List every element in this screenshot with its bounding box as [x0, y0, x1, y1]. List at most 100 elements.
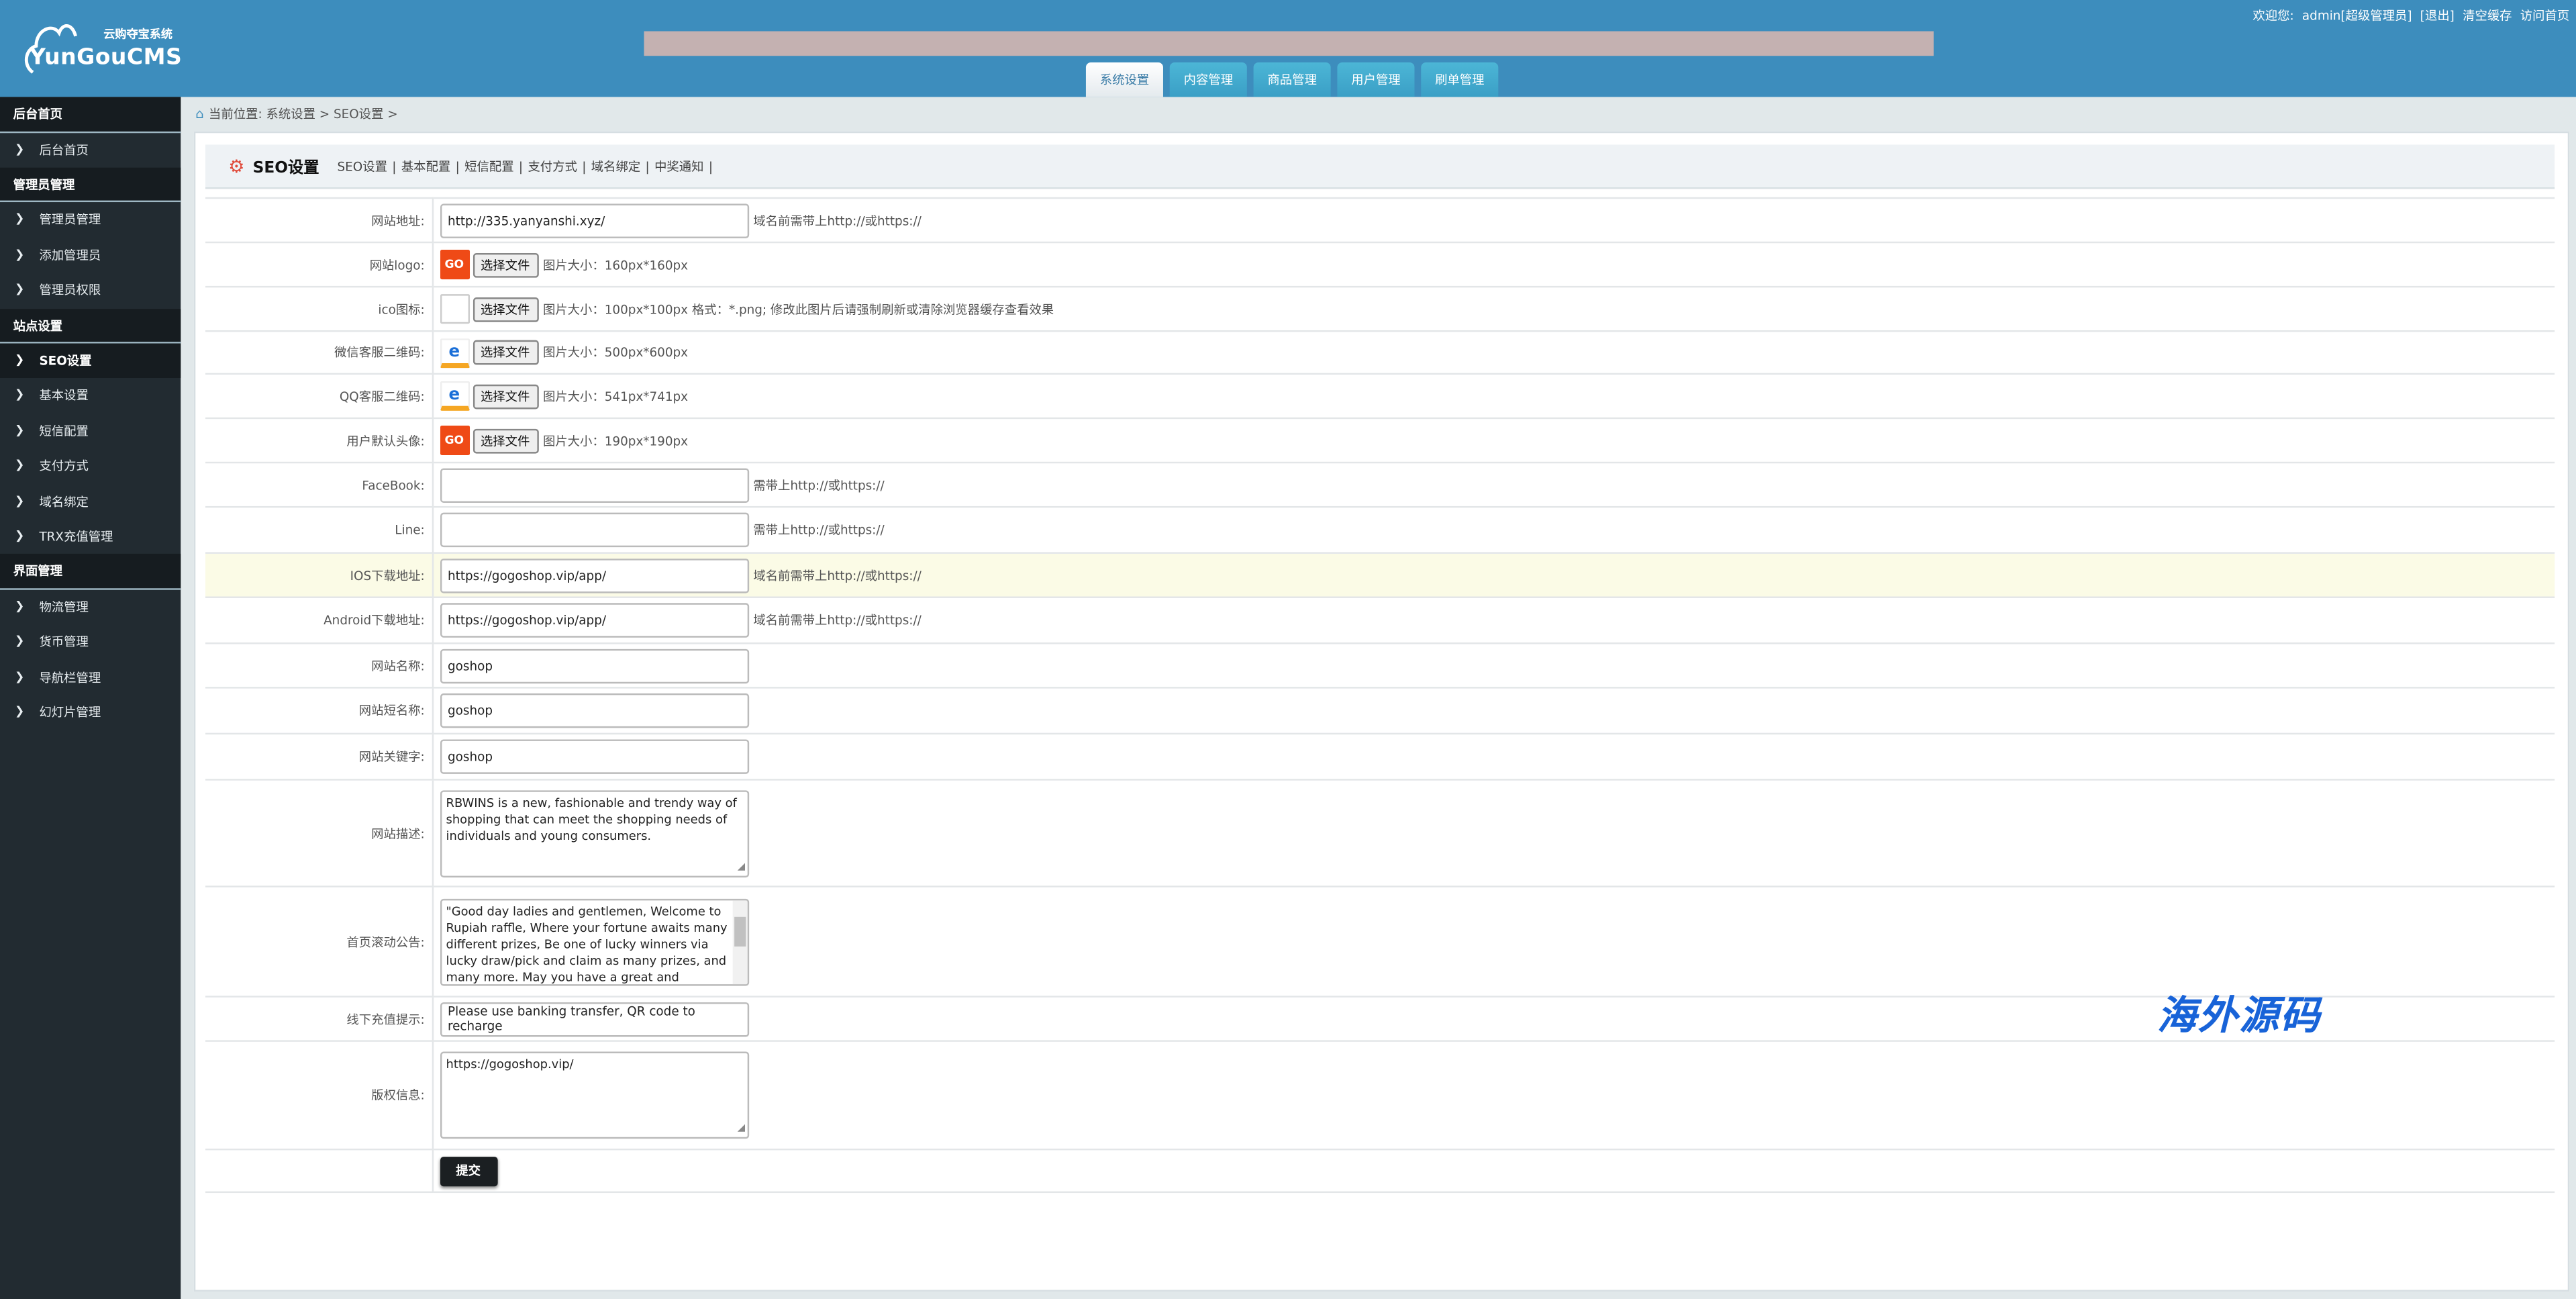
logout-link[interactable]: [退出]: [2420, 7, 2455, 25]
sidebar-item-label: 幻灯片管理: [39, 705, 101, 720]
site-name-input[interactable]: goshop: [439, 648, 748, 683]
notice-text: "Good day ladies and gentlemen, Welcome …: [446, 903, 728, 983]
tab-content[interactable]: 内容管理: [1169, 62, 1247, 97]
sidebar-item[interactable]: ❯ 后台首页: [0, 132, 181, 167]
avatar-thumbnail: GO: [439, 425, 469, 456]
sidebar-item[interactable]: ❯ 幻灯片管理: [0, 695, 181, 730]
sidebar-item[interactable]: ❯ 管理员管理: [0, 203, 181, 238]
wechat-qr-file-button[interactable]: 选择文件: [472, 340, 538, 365]
qq-qr-file-button[interactable]: 选择文件: [472, 383, 538, 409]
short-name-input[interactable]: goshop: [439, 693, 748, 728]
offline-tip-input[interactable]: Please use banking transfer, QR code to …: [439, 1001, 748, 1037]
clear-cache-link[interactable]: 清空缓存: [2463, 7, 2512, 25]
submit-button[interactable]: 提交: [439, 1155, 497, 1186]
sidebar-item-label: 物流管理: [39, 599, 89, 615]
hint: 域名前需带上http://或https://: [753, 567, 922, 583]
sub-nav-link[interactable]: 短信配置: [464, 158, 513, 173]
facebook-input[interactable]: [439, 467, 748, 502]
banner-placeholder: [644, 31, 1934, 56]
hint: 图片大小：100px*100px 格式：*.png; 修改此图片后请强制刷新或清…: [542, 301, 1054, 317]
sub-nav-link[interactable]: 域名绑定: [591, 158, 640, 173]
description-textarea[interactable]: RBWINS is a new, fashionable and trendy …: [439, 789, 748, 877]
home-icon: ⌂: [195, 107, 204, 122]
visit-home-link[interactable]: 访问首页: [2520, 7, 2569, 25]
label: IOS下载地址:: [205, 552, 433, 598]
hint: 需带上http://或https://: [753, 522, 885, 538]
resize-handle-icon[interactable]: ◢: [738, 859, 745, 875]
form-row: 微信客服二维码: e 选择文件 图片大小：500px*600px: [205, 330, 2555, 375]
sidebar-section-header: 界面管理: [0, 554, 181, 590]
tab-products[interactable]: 商品管理: [1253, 62, 1331, 97]
android-url-input[interactable]: https://gogoshop.vip/app/: [439, 603, 748, 638]
cart-thumbnail: e: [439, 381, 469, 411]
separator: |: [392, 158, 397, 174]
site-url-input[interactable]: http://335.yanyanshi.xyz/: [439, 203, 748, 238]
notice-textarea[interactable]: "Good day ladies and gentlemen, Welcome …: [439, 898, 748, 985]
sidebar-item[interactable]: ❯ 添加管理员: [0, 238, 181, 273]
sidebar-item[interactable]: ❯ 物流管理: [0, 589, 181, 624]
hint: 图片大小：500px*600px: [542, 345, 689, 360]
sidebar-section-header: 站点设置: [0, 308, 181, 344]
sub-nav-link[interactable]: 基本配置: [401, 158, 450, 173]
sub-nav: SEO设置 | 基本配置 | 短信配置 | 支付方式 | 域名绑定 | 中奖通知 |: [338, 157, 718, 175]
ico-file-button[interactable]: 选择文件: [472, 296, 538, 322]
description-text: RBWINS is a new, fashionable and trendy …: [446, 794, 737, 843]
top-header: 云购夺宝系统 YunGouCMS 欢迎您: admin[超级管理员] [退出] …: [0, 0, 2576, 97]
sidebar-item[interactable]: ❯ 管理员权限: [0, 273, 181, 308]
watermark: 海外源码: [2157, 990, 2322, 1039]
label: 网站名称:: [205, 642, 433, 689]
label: FaceBook:: [205, 461, 433, 508]
sidebar-item[interactable]: ❯ 货币管理: [0, 625, 181, 660]
chevron-right-icon: ❯: [15, 599, 25, 613]
form-row: 网站名称: goshop: [205, 642, 2555, 689]
sidebar-item[interactable]: ❯ 基本设置: [0, 379, 181, 414]
line-input[interactable]: [439, 512, 748, 548]
seo-form: 网站地址: http://335.yanyanshi.xyz/域名前需带上http…: [205, 197, 2555, 1194]
resize-handle-icon[interactable]: ◢: [738, 1120, 745, 1137]
admin-link[interactable]: admin[超级管理员]: [2302, 7, 2412, 25]
label: 网站logo:: [205, 241, 433, 288]
sidebar-item[interactable]: ❯ SEO设置: [0, 343, 181, 379]
sidebar-item-label: 后台首页: [39, 142, 89, 157]
sidebar-item[interactable]: ❯ 导航栏管理: [0, 660, 181, 695]
sidebar-item[interactable]: ❯ 域名绑定: [0, 484, 181, 519]
avatar-file-button[interactable]: 选择文件: [472, 428, 538, 453]
form-row: 网站描述: RBWINS is a new, fashionable and tr…: [205, 779, 2555, 887]
form-row: 首页滚动公告: "Good day ladies and gentlemen, W…: [205, 885, 2555, 998]
cart-thumbnail: e: [439, 338, 469, 368]
chevron-right-icon: ❯: [15, 669, 25, 683]
sub-nav-link[interactable]: 中奖通知: [654, 158, 703, 173]
chevron-right-icon: ❯: [15, 459, 25, 473]
label: 用户默认头像:: [205, 417, 433, 464]
logo-file-button[interactable]: 选择文件: [472, 252, 538, 277]
sub-nav-link[interactable]: 支付方式: [528, 158, 577, 173]
tab-users[interactable]: 用户管理: [1337, 62, 1415, 97]
copyright-textarea[interactable]: https://gogoshop.vip/ ◢: [439, 1051, 748, 1139]
sidebar-item[interactable]: ❯ TRX充值管理: [0, 520, 181, 555]
scrollbar[interactable]: [732, 900, 747, 983]
form-row: Line: 需带上http://或https://: [205, 506, 2555, 554]
label: ico图标:: [205, 285, 433, 332]
chevron-right-icon: ❯: [15, 283, 25, 297]
sidebar-item[interactable]: ❯ 短信配置: [0, 414, 181, 448]
sidebar-item-label: 管理员管理: [39, 212, 101, 228]
tab-system-settings[interactable]: 系统设置: [1085, 62, 1163, 97]
broken-image-icon: [439, 294, 469, 324]
hint: 图片大小：190px*190px: [542, 432, 689, 448]
chevron-right-icon: ❯: [15, 212, 25, 226]
keywords-input[interactable]: goshop: [439, 739, 748, 774]
hint: 图片大小：541px*741px: [542, 388, 689, 403]
label: 版权信息:: [205, 1040, 433, 1151]
form-row: 网站短名称: goshop: [205, 687, 2555, 735]
top-links: 欢迎您: admin[超级管理员] [退出] 清空缓存 访问首页: [2252, 7, 2569, 25]
form-row: 版权信息: https://gogoshop.vip/ ◢: [205, 1040, 2555, 1151]
sidebar-item[interactable]: ❯ 支付方式: [0, 449, 181, 484]
sidebar: 后台首页 ❯ 后台首页管理员管理 ❯ 管理员管理 ❯ 添加管理员 ❯ 管理员权限 站点设置 ❯ SEO…: [0, 97, 181, 1299]
form-row: 用户默认头像: GO 选择文件 图片大小：190px*190px: [205, 417, 2555, 464]
form-row: ico图标: 选择文件 图片大小：100px*100px 格式：*.png; 修改此…: [205, 285, 2555, 332]
breadcrumb-text: 当前位置: 系统设置 > SEO设置 >: [209, 107, 398, 122]
separator: |: [518, 158, 524, 174]
tab-orders[interactable]: 刷单管理: [1421, 62, 1499, 97]
sub-nav-link[interactable]: SEO设置: [338, 158, 387, 173]
ios-url-input[interactable]: https://gogoshop.vip/app/: [439, 557, 748, 593]
